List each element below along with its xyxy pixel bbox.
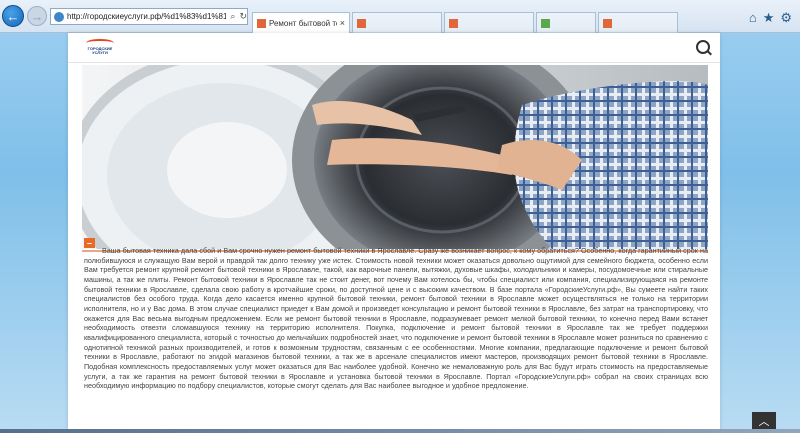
favicon-icon [449,18,458,28]
site-logo[interactable]: ГОРОДСКИЕ УСЛУГИ [84,36,116,58]
tab-background[interactable] [352,12,442,33]
favicon-icon [257,18,266,28]
favorites-star-icon[interactable]: ★ [763,10,775,26]
washing-machine-repair-photo [82,65,708,249]
address-url[interactable]: http://городскиеуслуги.рф/%d1%83%d1%81%d… [67,12,226,21]
home-icon[interactable]: ⌂ [749,10,757,26]
taskbar-edge [0,429,800,433]
favicon-icon [603,18,612,28]
tab-background[interactable] [444,12,534,33]
favicon-icon [541,18,550,28]
gear-icon[interactable]: ⚙ [780,10,792,26]
site-search-button[interactable] [696,40,710,54]
site-header: ГОРОДСКИЕ УСЛУГИ [68,33,720,63]
arrow-right-icon: → [30,8,44,24]
tab-title: Ремонт бытовой техники ... [269,18,337,28]
web-page: ГОРОДСКИЕ УСЛУГИ – Ваша бытовая техника … [68,33,720,433]
favicon-icon [357,18,366,28]
tab-background[interactable] [536,12,596,33]
browser-toolbar: ⌂ ★ ⚙ [749,10,792,26]
search-icon[interactable]: ⌕ [230,11,235,22]
chevron-up-icon: ︿ [758,416,770,428]
arrow-left-icon: ← [6,8,20,24]
close-tab-icon[interactable]: × [340,18,345,28]
article-text: Ваша бытовая техника дала сбой и Вам сро… [84,246,708,391]
logo-text: ГОРОДСКИЕ УСЛУГИ [87,46,113,55]
browser-chrome: ← → http://городскиеуслуги.рф/%d1%83%d1%… [0,0,800,33]
globe-icon [54,11,64,22]
address-bar[interactable]: http://городскиеуслуги.рф/%d1%83%d1%81%d… [50,8,248,25]
forward-button[interactable]: → [27,6,47,26]
tab-active[interactable]: Ремонт бытовой техники ... × [252,12,350,33]
back-button[interactable]: ← [2,5,24,27]
tab-background[interactable] [598,12,678,33]
refresh-icon[interactable]: ↻ [239,11,247,22]
hero-image [82,65,708,249]
